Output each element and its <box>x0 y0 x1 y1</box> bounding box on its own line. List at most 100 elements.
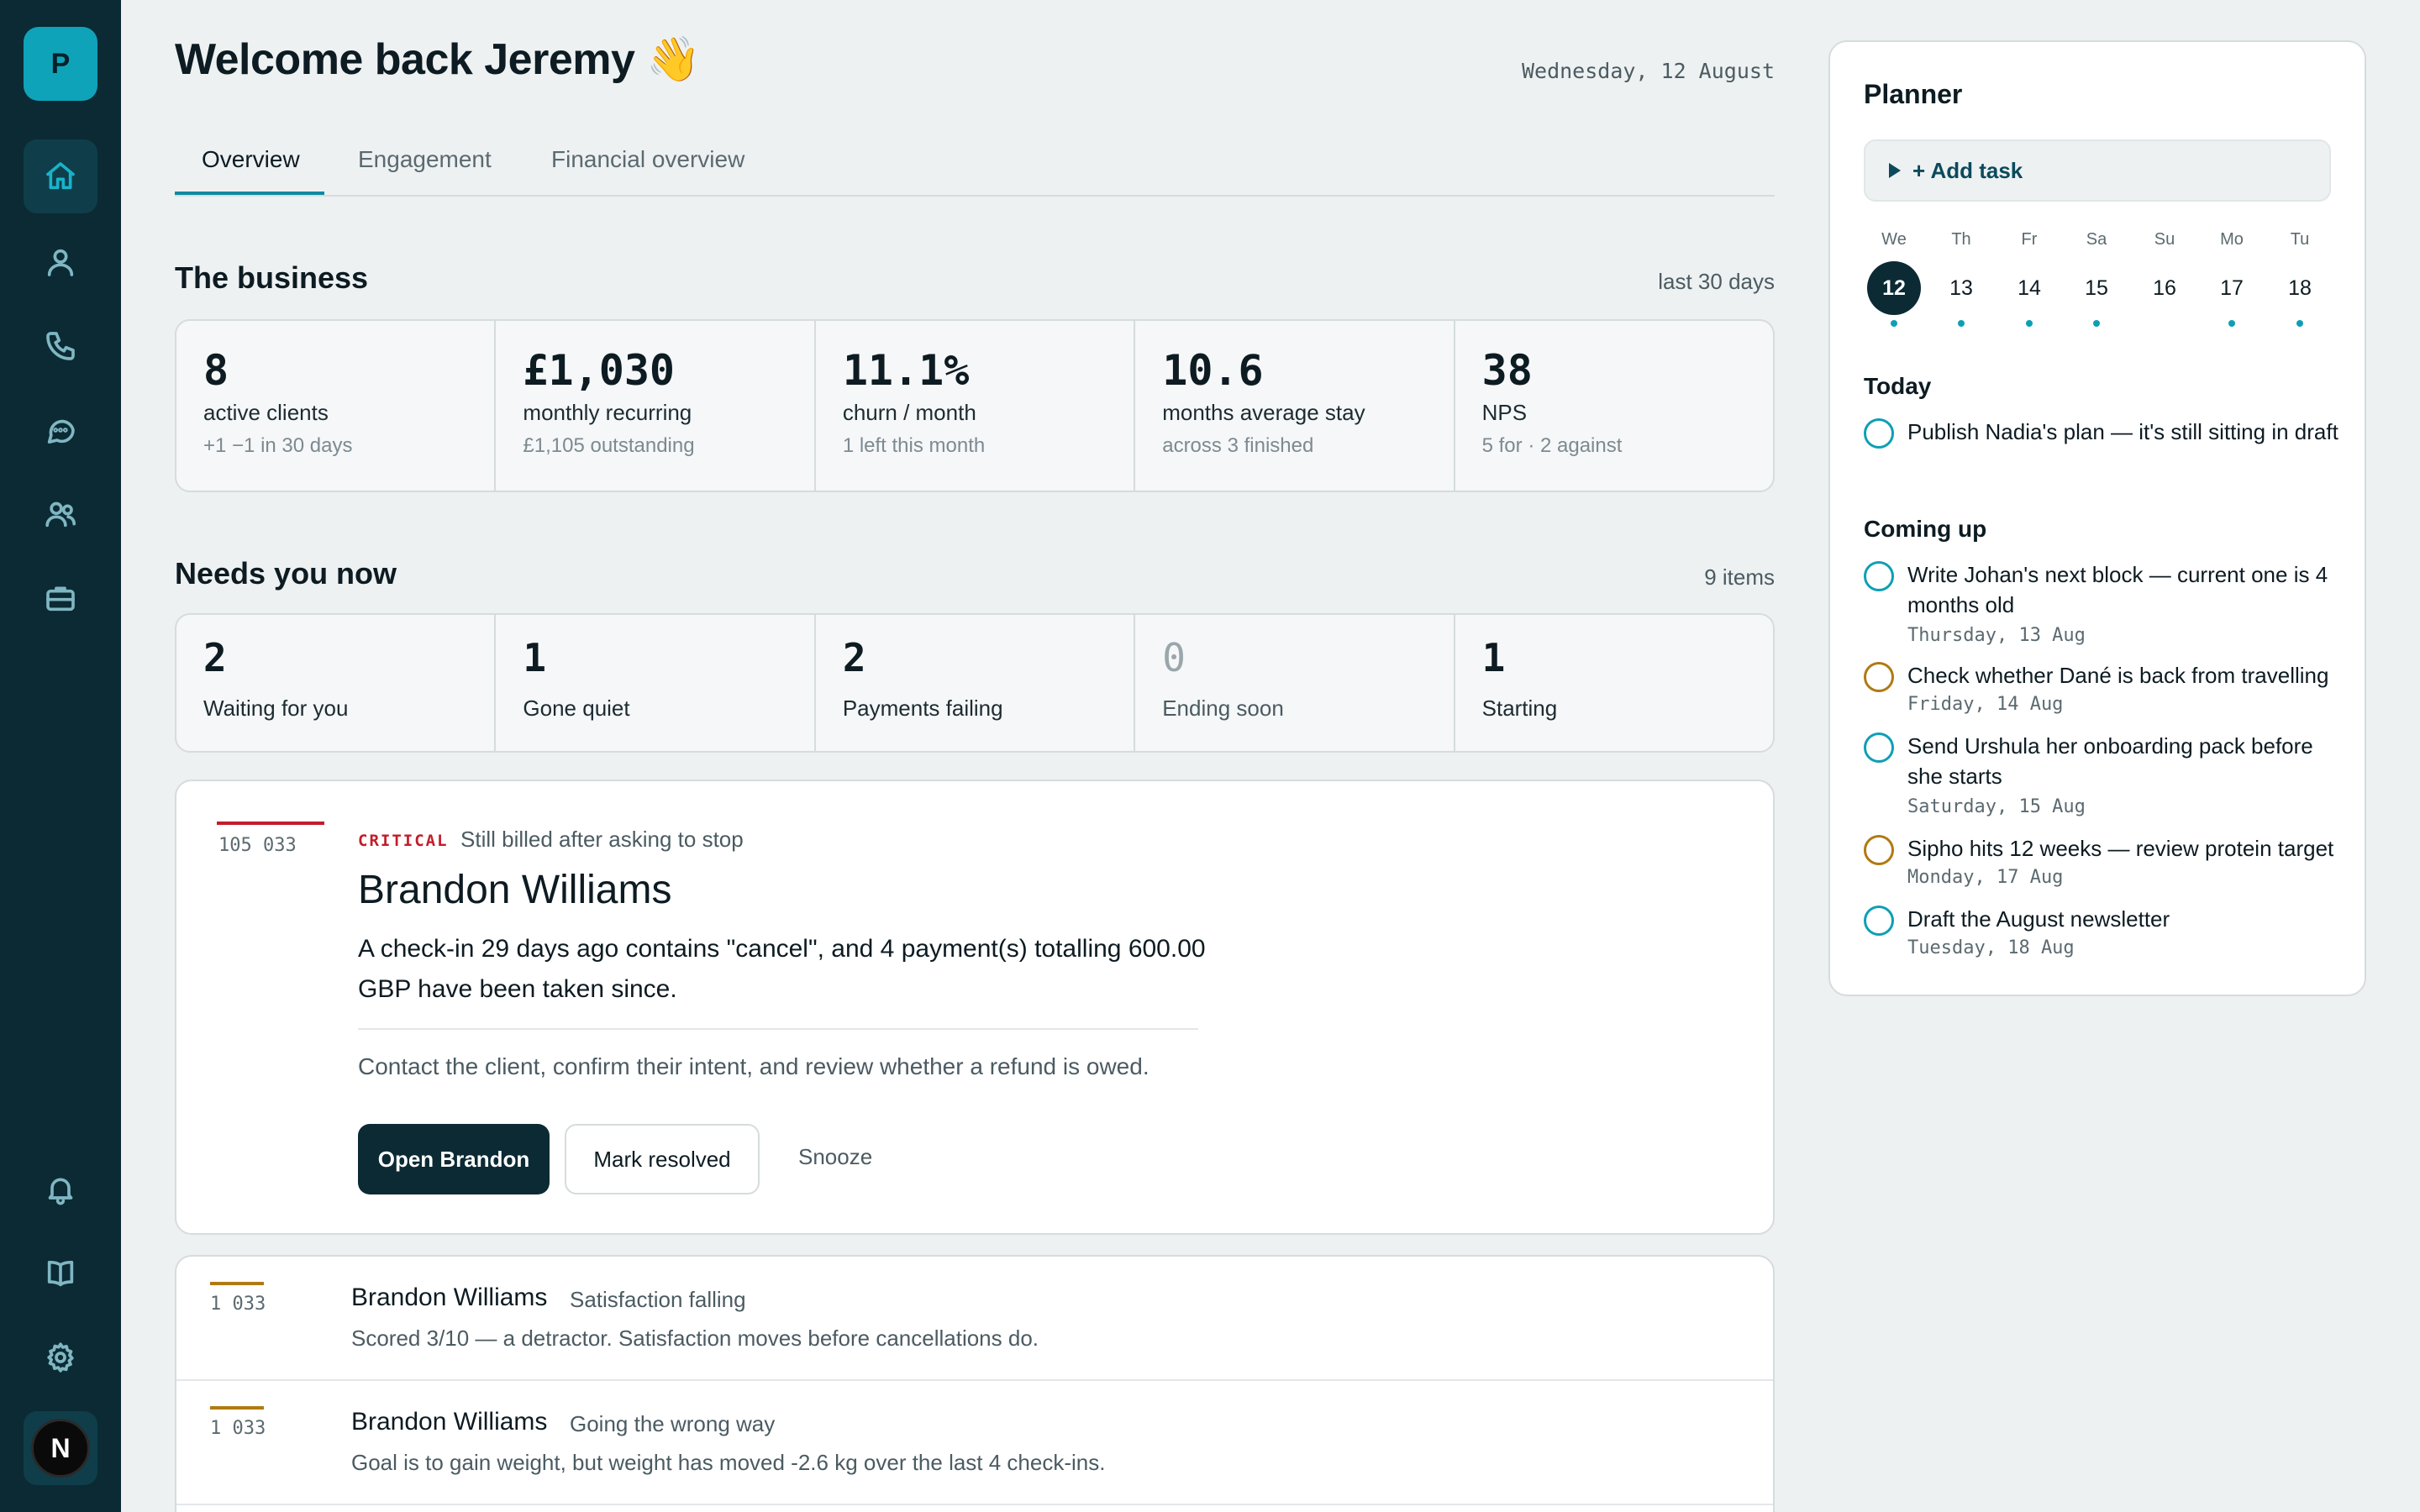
book-icon <box>47 1260 74 1287</box>
account-avatar-button[interactable]: N <box>24 1411 97 1485</box>
nav-notifications[interactable] <box>24 1152 97 1226</box>
day-fr[interactable]: Fr 14 <box>1999 230 2060 327</box>
stat-label: Starting <box>1481 696 1558 721</box>
day-number: 17 <box>2220 276 2244 300</box>
business-section-title: The business <box>175 260 369 295</box>
day-mo[interactable]: Mo 17 <box>2202 230 2262 327</box>
task-checkbox[interactable] <box>1864 732 1894 763</box>
nav-home[interactable] <box>24 139 97 213</box>
day-su[interactable]: Su 16 <box>2134 230 2195 327</box>
task-text: Sipho hits 12 weeks — review protein tar… <box>1907 836 2334 861</box>
snooze-button[interactable]: Snooze <box>798 1144 872 1170</box>
nav-messages[interactable] <box>24 393 97 467</box>
current-date: Wednesday, 12 August <box>1521 59 1775 83</box>
day-name: Sa <box>2086 230 2107 249</box>
stat-value: £1,030 <box>523 346 676 395</box>
stat-value: 2 <box>842 635 866 680</box>
task-checkbox[interactable] <box>1864 906 1894 936</box>
nav-library[interactable] <box>24 1236 97 1310</box>
client-name: Brandon Williams <box>351 1284 548 1311</box>
chat-icon <box>47 419 75 444</box>
users-icon <box>45 501 76 528</box>
task-date: Saturday, 15 Aug <box>1907 796 2086 817</box>
open-client-button[interactable]: Open Brandon <box>358 1124 550 1194</box>
tab-engagement[interactable]: Engagement <box>358 146 492 173</box>
alert-reason: Still billed after asking to stop <box>460 827 744 852</box>
task-checkbox[interactable] <box>1864 835 1894 865</box>
tab-overview[interactable]: Overview <box>202 146 300 173</box>
task-date: Tuesday, 18 Aug <box>1907 937 2075 958</box>
nav-groups[interactable] <box>24 477 97 551</box>
task-checkbox[interactable] <box>1864 662 1894 692</box>
case-id: 1 033 <box>210 1294 266 1315</box>
day-th[interactable]: Th 13 <box>1931 230 1991 327</box>
task-dot <box>1891 320 1897 327</box>
play-icon <box>1889 163 1901 178</box>
alert-description: Scored 3/10 — a detractor. Satisfaction … <box>351 1326 1039 1351</box>
client-name: Brandon Williams <box>358 868 672 912</box>
task-dot <box>2161 320 2168 327</box>
list-item[interactable]: 1 033 Brandon Williams Going the wrong w… <box>176 1381 1773 1505</box>
stat-active-clients: 8 active clients +1 −1 in 30 days <box>176 321 497 491</box>
needs-ending-soon[interactable]: 0 Ending soon <box>1135 615 1455 751</box>
add-task-button[interactable]: + Add task <box>1864 139 2331 202</box>
day-sa[interactable]: Sa 15 <box>2066 230 2127 327</box>
nav-business[interactable] <box>24 561 97 635</box>
day-number: 13 <box>1949 276 1973 300</box>
day-we[interactable]: We 12 <box>1864 230 1924 327</box>
bell-icon <box>48 1178 73 1205</box>
case-id: 1 033 <box>210 1418 266 1439</box>
needs-gone-quiet[interactable]: 1 Gone quiet <box>496 615 816 751</box>
needs-starting[interactable]: 1 Starting <box>1455 615 1773 751</box>
avatar: N <box>31 1419 90 1478</box>
day-number: 16 <box>2153 276 2176 300</box>
stat-value: 1 <box>1481 635 1506 680</box>
nav-settings[interactable] <box>24 1320 97 1394</box>
divider <box>358 1028 1198 1030</box>
task-text: Write Johan's next block — current one i… <box>1907 562 2328 617</box>
recommended-action: Contact the client, confirm their intent… <box>358 1053 1150 1079</box>
client-name: Brandon Williams <box>351 1408 548 1436</box>
app-logo[interactable]: P <box>24 27 97 101</box>
mark-resolved-button[interactable]: Mark resolved <box>565 1124 760 1194</box>
day-tu[interactable]: Tu 18 <box>2270 230 2330 327</box>
briefcase-icon <box>46 586 75 612</box>
nav-clients[interactable] <box>24 225 97 299</box>
stat-sub: across 3 finished <box>1162 434 1314 457</box>
task-checkbox[interactable] <box>1864 561 1894 591</box>
page-title: Welcome back Jeremy 👋 <box>175 35 701 84</box>
user-icon <box>47 249 74 276</box>
list-item[interactable]: 1 033 Brandon Williams Satisfaction fall… <box>176 1257 1773 1381</box>
stat-label: active clients <box>203 400 329 425</box>
severity-bar <box>210 1282 264 1285</box>
tab-financial-overview[interactable]: Financial overview <box>551 146 744 173</box>
stat-label: Payments failing <box>842 696 1003 721</box>
task-dot <box>2296 320 2303 327</box>
day-number: 15 <box>2085 276 2108 300</box>
alert-description: A check-in 29 days ago contains "cancel"… <box>358 935 1206 1003</box>
task-dot <box>2093 320 2100 327</box>
task-dot <box>1958 320 1965 327</box>
business-stats: 8 active clients +1 −1 in 30 days £1,030… <box>175 319 1775 492</box>
day-name: Su <box>2154 230 2175 249</box>
planner-panel: Planner + Add task We 12 Th 13 Fr 14 Sa … <box>1828 40 2366 996</box>
needs-payments-failing[interactable]: 2 Payments failing <box>816 615 1136 751</box>
task-date: Thursday, 13 Aug <box>1907 625 2086 646</box>
needs-count: 9 items <box>1704 564 1775 590</box>
task-text: Draft the August newsletter <box>1907 906 2170 932</box>
stat-sub: +1 −1 in 30 days <box>203 434 353 457</box>
severity-bar <box>217 822 324 825</box>
case-id: 105 033 <box>218 835 297 856</box>
task-checkbox[interactable] <box>1864 418 1894 449</box>
task-text: Check whether Dané is back from travelli… <box>1907 663 2329 688</box>
stat-label: churn / month <box>842 400 976 425</box>
day-name: Th <box>1951 230 1971 249</box>
coming-up-heading: Coming up <box>1864 516 1987 542</box>
nav-calls[interactable] <box>24 309 97 383</box>
alert-description: Goal is to gain weight, but weight has m… <box>351 1450 1106 1475</box>
alert-reason: Satisfaction falling <box>570 1287 746 1312</box>
stat-monthly-recurring: £1,030 monthly recurring £1,105 outstand… <box>496 321 816 491</box>
stat-value: 38 <box>1481 346 1533 395</box>
stat-sub: 5 for · 2 against <box>1481 434 1623 457</box>
needs-waiting-for-you[interactable]: 2 Waiting for you <box>176 615 497 751</box>
